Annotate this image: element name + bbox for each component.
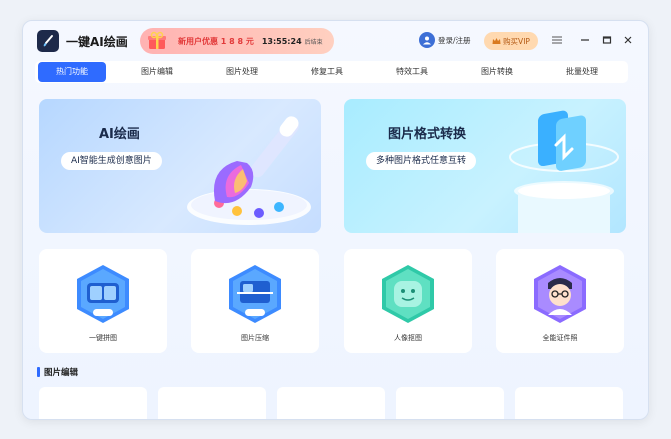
tab-image-edit[interactable]: 图片编辑 <box>120 61 194 83</box>
tab-label: 特效工具 <box>396 67 428 76</box>
ai-painting-banner[interactable]: AI绘画 AI智能生成创意图片 <box>39 99 321 233</box>
edit-tool-card[interactable] <box>515 387 623 419</box>
buy-vip-button[interactable]: 购买VIP <box>484 32 538 50</box>
vip-crown-icon <box>492 38 501 44</box>
tab-image-convert[interactable]: 图片转换 <box>460 61 534 83</box>
banner-subtitle: 多种图片格式任意互转 <box>366 152 477 170</box>
feature-label: 一键拼图 <box>89 334 117 342</box>
app-name: 一键AI绘画 <box>66 35 128 49</box>
promo-banner[interactable]: 新用户优惠 1 8 8 元 13:55:24 后结束 <box>140 28 334 54</box>
feature-label: 图片压缩 <box>241 334 269 342</box>
feature-label: 人像抠图 <box>394 334 422 342</box>
tab-label: 图片转换 <box>481 67 513 76</box>
tab-image-process[interactable]: 图片处理 <box>205 61 279 83</box>
collage-icon <box>77 265 129 323</box>
promo-suffix: 后结束 <box>304 38 323 46</box>
format-convert-banner[interactable]: 图片格式转换 多种图片格式任意互转 <box>344 99 626 233</box>
maximize-icon[interactable] <box>600 33 614 47</box>
app-logo-icon <box>37 30 59 52</box>
title-bar: 一键AI绘画 新用户优惠 1 8 8 元 13:55:24 后结束 登录/注册 … <box>23 21 648 61</box>
category-tab-bar: 热门功能 图片编辑 图片处理 修复工具 特效工具 图片转换 批量处理 <box>35 61 628 83</box>
app-window: 一键AI绘画 新用户优惠 1 8 8 元 13:55:24 后结束 登录/注册 … <box>22 20 649 420</box>
paintbrush-palette-icon <box>187 116 311 225</box>
feature-card-compress[interactable]: 图片压缩 <box>191 249 319 353</box>
tab-label: 图片处理 <box>226 67 258 76</box>
tab-hot-features[interactable]: 热门功能 <box>35 61 109 83</box>
section-title: 图片编辑 <box>44 368 79 378</box>
section-accent-bar <box>37 367 40 377</box>
edit-tool-card[interactable] <box>277 387 385 419</box>
user-avatar-icon <box>419 32 435 48</box>
edit-tool-card[interactable] <box>158 387 266 419</box>
compress-icon <box>229 265 281 323</box>
feature-card-id-photo[interactable]: 全能证件照 <box>496 249 624 353</box>
feature-card-collage[interactable]: 一键拼图 <box>39 249 167 353</box>
gift-icon <box>142 28 172 54</box>
feature-card-portrait-cutout[interactable]: 人像抠图 <box>344 249 472 353</box>
login-label: 登录/注册 <box>438 35 471 45</box>
tab-repair-tools[interactable]: 修复工具 <box>290 61 364 83</box>
id-photo-icon <box>534 265 586 323</box>
tab-label: 批量处理 <box>566 67 598 76</box>
tab-label: 图片编辑 <box>141 67 173 76</box>
portrait-cutout-icon <box>382 265 434 323</box>
tab-label: 修复工具 <box>311 67 343 76</box>
close-icon[interactable] <box>621 33 635 47</box>
tab-label: 热门功能 <box>56 67 88 76</box>
edit-tool-card[interactable] <box>396 387 504 419</box>
promo-text: 新用户优惠 1 8 8 元 <box>178 36 254 46</box>
minimize-icon[interactable] <box>578 33 592 47</box>
tab-effect-tools[interactable]: 特效工具 <box>375 61 449 83</box>
menu-icon[interactable] <box>550 33 564 47</box>
login-button[interactable]: 登录/注册 <box>419 32 471 48</box>
edit-tool-card[interactable] <box>39 387 147 419</box>
feature-label: 全能证件照 <box>542 334 578 342</box>
vip-label: 购买VIP <box>503 36 530 46</box>
banner-subtitle: AI智能生成创意图片 <box>61 152 162 170</box>
banner-title: 图片格式转换 <box>388 127 467 142</box>
banner-title: AI绘画 <box>99 127 140 142</box>
format-convert-icon <box>509 110 619 233</box>
promo-countdown: 13:55:24 <box>261 36 302 46</box>
tab-batch-process[interactable]: 批量处理 <box>545 61 619 83</box>
